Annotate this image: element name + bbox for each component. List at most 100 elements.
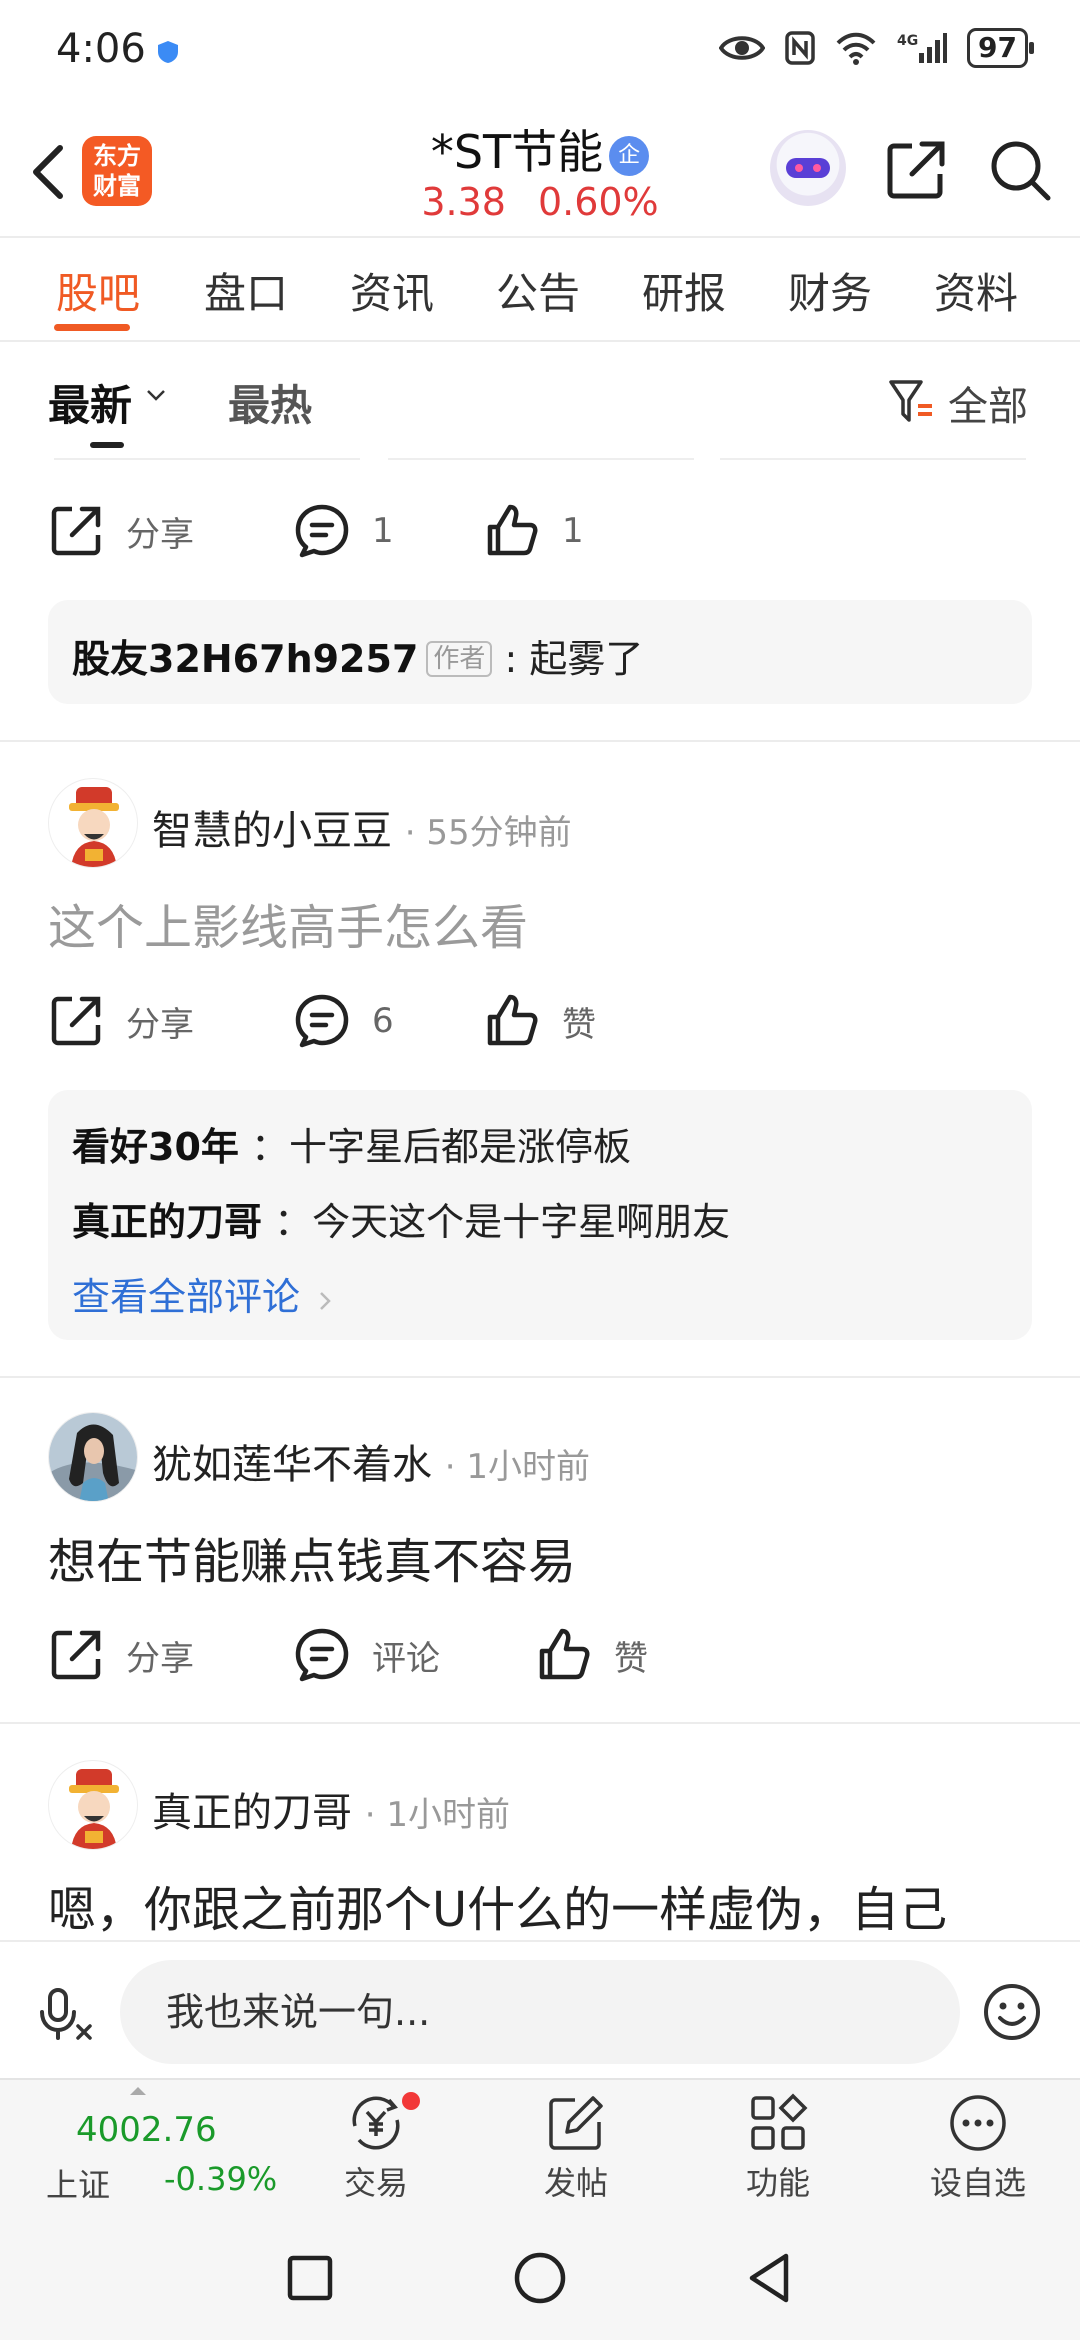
bottom-nav: 4002.76 上证 -0.39% 交易 发帖 功能 设自选 — [0, 2078, 1080, 2214]
comment-button[interactable]: 6 — [294, 990, 394, 1052]
status-time: 4:06 — [56, 26, 146, 72]
like-button[interactable]: 1 — [484, 500, 584, 562]
view-all-label: 查看全部评论 — [72, 1275, 301, 1319]
tab-bar: 股吧 盘口 资讯 公告 研报 财务 资料 — [0, 238, 1080, 340]
index-change[interactable]: -0.39% — [164, 2160, 277, 2198]
post-divider — [0, 740, 1080, 742]
reply-preview[interactable]: 股友32H67h9257 作者 : 起雾了 — [48, 600, 1032, 704]
share-label: 分享 — [126, 1638, 194, 1679]
post-actions: 分享 评论 赞 — [48, 1624, 948, 1686]
svg-text:4G: 4G — [897, 33, 918, 49]
tab-announcements[interactable]: 公告 — [496, 260, 580, 321]
chevron-down-icon[interactable] — [146, 388, 166, 402]
compose-icon — [549, 2096, 603, 2150]
view-all-comments-link[interactable]: 查看全部评论 — [72, 1266, 1008, 1321]
comment-button[interactable]: 1 — [294, 500, 394, 562]
tab-finance[interactable]: 财务 — [788, 260, 872, 321]
thumbs-up-icon — [487, 504, 538, 556]
caret-up-icon[interactable] — [128, 2086, 148, 2096]
reply-user[interactable]: 看好30年 — [72, 1125, 239, 1169]
like-button[interactable]: 赞 — [536, 1624, 648, 1686]
comment-count: 6 — [372, 1001, 394, 1041]
sort-hot[interactable]: 最热 — [228, 372, 312, 433]
photo-avatar-icon — [49, 1413, 137, 1501]
comment-button[interactable]: 评论 — [294, 1624, 440, 1686]
home-circle-icon[interactable] — [512, 2250, 568, 2306]
post-body[interactable]: 想在节能赚点钱真不容易 — [48, 1522, 576, 1592]
share-icon — [51, 506, 101, 556]
nav-trade[interactable]: 交易 — [316, 2086, 436, 2212]
enterprise-badge: 企 — [609, 136, 650, 176]
system-navigation-bar — [0, 2214, 1080, 2340]
post-time: · 1小时前 — [364, 1795, 510, 1835]
reply-user[interactable]: 真正的刀哥 — [72, 1200, 262, 1244]
voice-input-icon[interactable] — [38, 1986, 94, 2042]
active-tab-indicator — [54, 324, 130, 331]
post-username: 真正的刀哥 · 1小时前 — [152, 1780, 510, 1838]
thumbs-up-icon — [539, 1628, 590, 1680]
comment-icon — [295, 504, 349, 558]
sort-bar: 最新 最热 全部 — [0, 342, 1080, 462]
back-triangle-icon[interactable] — [742, 2250, 798, 2306]
post-username: 犹如莲华不着水 · 1小时前 — [152, 1432, 590, 1490]
reply-line: 看好30年 ：十字星后都是涨停板 — [72, 1116, 1008, 1171]
stock-price: 3.38 — [421, 180, 506, 224]
username-text[interactable]: 智慧的小豆豆 — [152, 808, 392, 854]
tab-profile[interactable]: 资料 — [934, 260, 1018, 321]
share-button[interactable]: 分享 — [48, 1624, 194, 1686]
reply-line: 真正的刀哥 ：今天这个是十字星啊朋友 — [72, 1191, 1008, 1246]
post-time: · 1小时前 — [444, 1447, 590, 1487]
author-tag: 作者 — [426, 641, 493, 677]
nav-add-watchlist-label: 设自选 — [929, 2164, 1026, 2202]
like-button[interactable]: 赞 — [484, 990, 596, 1052]
post-body[interactable]: 这个上影线高手怎么看 — [48, 888, 528, 958]
sort-latest[interactable]: 最新 — [48, 372, 132, 433]
avatar[interactable] — [48, 1760, 138, 1850]
username-text[interactable]: 真正的刀哥 — [152, 1790, 352, 1836]
post-body[interactable]: 嗯，你跟之前那个U什么的一样虚伪，自己 — [48, 1870, 947, 1940]
caishen-avatar-icon — [69, 1769, 119, 1849]
post-header: 犹如莲华不着水 · 1小时前 — [48, 1412, 1032, 1502]
filter-label[interactable]: 全部 — [948, 374, 1028, 432]
shield-icon — [158, 41, 178, 63]
signal-icon: 4G — [897, 33, 948, 63]
reply-preview[interactable]: 看好30年 ：十字星后都是涨停板 真正的刀哥 ：今天这个是十字星啊朋友 查看全部… — [48, 1090, 1032, 1340]
apps-grid-icon — [751, 2093, 808, 2150]
share-icon — [51, 1630, 101, 1680]
post-divider — [0, 1722, 1080, 1724]
post-actions: 分享 1 1 — [48, 500, 948, 562]
thumbs-up-icon — [487, 994, 538, 1046]
nav-functions-label: 功能 — [745, 2164, 810, 2202]
tab-pankou[interactable]: 盘口 — [204, 260, 288, 321]
emoji-icon[interactable] — [982, 1982, 1042, 2042]
recents-square-icon[interactable] — [282, 2250, 338, 2306]
comment-input[interactable]: 我也来说一句... — [120, 1960, 960, 2064]
index-name[interactable]: 上证 — [46, 2160, 110, 2206]
reply-user[interactable]: 股友32H67h9257 — [72, 637, 418, 681]
post-divider — [0, 1376, 1080, 1378]
battery-indicator: 97 — [967, 28, 1034, 68]
nav-post[interactable]: 发帖 — [516, 2086, 636, 2212]
nav-add-watchlist[interactable]: 设自选 — [918, 2086, 1038, 2212]
nav-functions[interactable]: 功能 — [718, 2086, 838, 2212]
share-button[interactable]: 分享 — [48, 990, 194, 1052]
share-label: 分享 — [126, 514, 194, 555]
sort-indicator — [90, 442, 124, 448]
tab-news[interactable]: 资讯 — [350, 260, 434, 321]
index-value[interactable]: 4002.76 — [76, 2110, 217, 2150]
reply-line: 股友32H67h9257 作者 : 起雾了 — [72, 628, 1008, 683]
share-label: 分享 — [126, 1004, 194, 1045]
share-icon[interactable] — [884, 138, 948, 202]
tab-research[interactable]: 研报 — [642, 260, 726, 321]
tab-guba[interactable]: 股吧 — [56, 260, 140, 321]
username-text[interactable]: 犹如莲华不着水 — [152, 1442, 432, 1488]
post-actions: 分享 6 赞 — [48, 990, 948, 1052]
search-icon[interactable] — [988, 138, 1052, 202]
avatar[interactable] — [48, 1412, 138, 1502]
reply-text: ：今天这个是十字星啊朋友 — [274, 1200, 731, 1244]
assistant-robot-icon[interactable] — [770, 130, 846, 206]
filter-icon[interactable] — [888, 378, 934, 424]
share-button[interactable]: 分享 — [48, 500, 194, 562]
avatar[interactable] — [48, 778, 138, 868]
post-username: 智慧的小豆豆 · 55分钟前 — [152, 798, 572, 856]
